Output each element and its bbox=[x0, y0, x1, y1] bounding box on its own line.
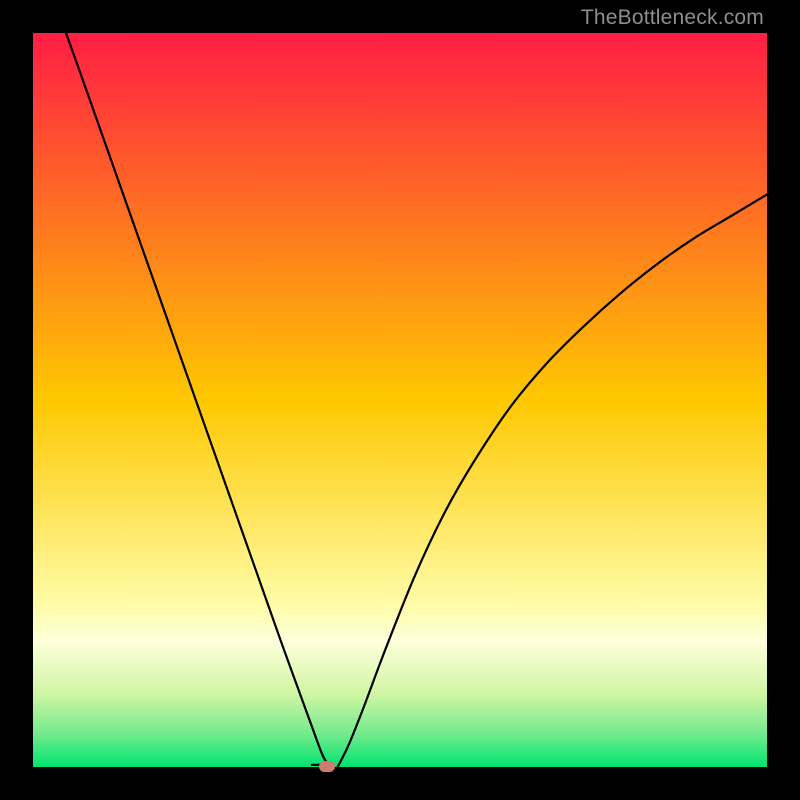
watermark-text: TheBottleneck.com bbox=[581, 6, 764, 30]
bottleneck-curve bbox=[33, 33, 767, 767]
outer-frame: TheBottleneck.com bbox=[0, 0, 800, 800]
minimum-marker bbox=[319, 761, 335, 772]
plot-area bbox=[33, 33, 767, 767]
